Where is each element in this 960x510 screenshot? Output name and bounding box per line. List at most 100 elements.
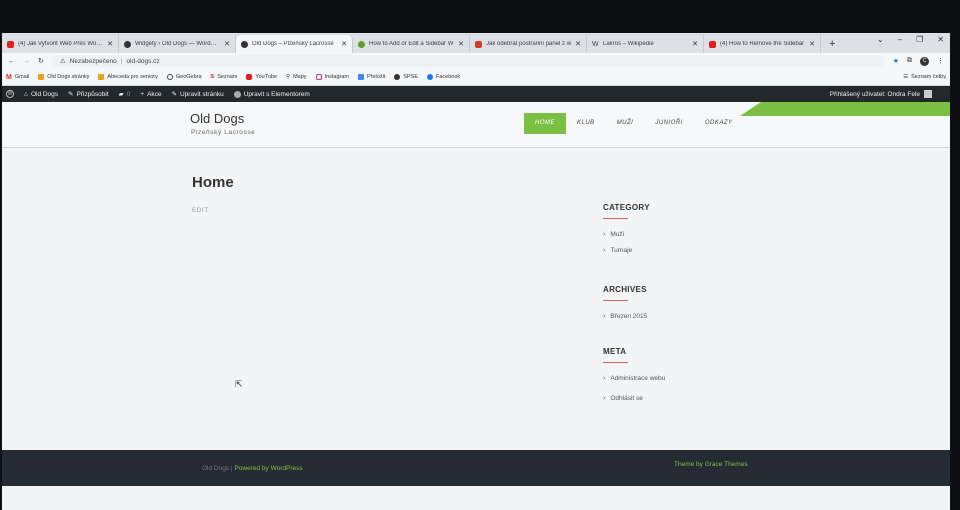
list-item[interactable]: › Březen 2015	[603, 313, 647, 329]
divider	[603, 218, 628, 219]
browser-tab[interactable]: How to Add or Edit a Sidebar W ✕	[353, 35, 470, 53]
geogebra-icon	[166, 74, 173, 80]
tab-title: Jak odebrat postranní panel z w	[486, 41, 572, 47]
widget-category: CATEGORY › Muži › Turnaje	[603, 203, 650, 263]
new-tab-button[interactable]: +	[821, 35, 843, 53]
leaf-favicon-icon	[358, 40, 365, 48]
bookmark-label: YouTube	[255, 74, 278, 80]
bookmark-label: Facebook	[436, 74, 461, 80]
facebook-icon	[427, 74, 434, 80]
close-window-button[interactable]: ✕	[937, 35, 944, 44]
nav-item-odkazy[interactable]: ODKAZY	[694, 113, 744, 134]
close-icon[interactable]: ✕	[341, 40, 347, 48]
wordpress-logo-icon[interactable]: W	[6, 90, 14, 98]
admin-bar-user[interactable]: Přihlášený uživatel: Ondra Fele	[830, 90, 946, 98]
minimize-button[interactable]: –	[898, 35, 902, 44]
browser-tab[interactable]: Widgety ‹ Old Dogs — WordPres ✕	[119, 35, 236, 53]
bookmark-label: Seznam	[217, 74, 238, 80]
bookmark-spse[interactable]: SPSE	[394, 74, 418, 80]
tab-title: Lakros – Wikipedie	[603, 41, 654, 47]
list-item[interactable]: › Turnaje	[603, 247, 650, 263]
bookmark-facebook[interactable]: Facebook	[427, 74, 460, 80]
tab-search-icon[interactable]: ⌄	[877, 35, 884, 44]
close-icon[interactable]: ✕	[458, 40, 464, 48]
nav-item-muzi[interactable]: MUŽI	[606, 113, 645, 134]
close-icon[interactable]: ✕	[107, 40, 113, 48]
admin-bar-elementor-label: Upravit s Elementorem	[243, 90, 310, 98]
close-icon[interactable]: ✕	[224, 40, 230, 48]
bookmark-gmail[interactable]: M Gmail	[6, 74, 29, 81]
list-item[interactable]: › Administrace webu	[603, 375, 665, 395]
browser-tab-active[interactable]: Old Dogs – Plzeňský Lacrosse ✕	[236, 35, 353, 53]
close-icon[interactable]: ✕	[809, 40, 815, 48]
widget-title: META	[603, 347, 627, 356]
forward-arrow-icon[interactable]: →	[23, 58, 30, 65]
window-controls: ⌄ – ❐ ✕	[877, 35, 944, 44]
wp-admin-bar: W ⌂ Old Dogs ✎ Přizpůsobit ▰ 0 + Akce ✎ Uprav…	[2, 86, 950, 102]
browser-tab[interactable]: (4) How to Remove the Sidebar ✕	[704, 35, 821, 53]
avatar[interactable]: C	[920, 56, 929, 66]
admin-bar-site[interactable]: ⌂ Old Dogs	[24, 91, 58, 98]
wordpress-favicon-icon	[124, 40, 131, 48]
bookmark-abeceda[interactable]: Abeceda pro seniory	[98, 74, 158, 80]
wikipedia-favicon-icon: W	[592, 40, 599, 48]
bookmark-label: Gmail	[14, 74, 30, 80]
admin-bar-site-label: Old Dogs	[30, 90, 59, 98]
chevron-right-icon: ›	[603, 313, 606, 320]
bookmark-old-dogs[interactable]: Old Dogs stránky	[38, 74, 89, 80]
site-title[interactable]: Old Dogs	[190, 111, 244, 126]
bookmarks-bar: M Gmail Old Dogs stránky Abeceda pro seni…	[2, 69, 950, 86]
widget-title: ARCHIVES	[603, 285, 647, 294]
nav-item-home[interactable]: HOME	[524, 113, 566, 134]
youtube-favicon-icon	[7, 40, 14, 48]
footer-powered-by[interactable]: Powered by WordPress	[234, 465, 302, 472]
admin-bar-comments[interactable]: ▰ 0	[119, 90, 131, 99]
close-icon[interactable]: ✕	[575, 40, 581, 48]
maximize-button[interactable]: ❐	[916, 35, 923, 44]
close-icon[interactable]: ✕	[692, 40, 698, 48]
list-item[interactable]: › Muži	[603, 231, 650, 247]
reading-list-button[interactable]: ☰ Seznam četby	[903, 74, 946, 80]
extensions-icon[interactable]: ⧉	[907, 57, 912, 65]
bookmark-youtube[interactable]: YouTube	[246, 74, 277, 80]
bookmark-geogebra[interactable]: GeoGebra	[166, 74, 202, 80]
back-arrow-icon[interactable]: ←	[8, 58, 15, 65]
tab-title: Widgety ‹ Old Dogs — WordPres	[135, 41, 221, 47]
star-icon[interactable]: ★	[893, 57, 899, 65]
bookmark-seznam[interactable]: S Seznam	[211, 74, 238, 80]
footer-site-name[interactable]: Old Dogs	[202, 465, 229, 472]
footer-theme-credit[interactable]: Theme by Grace Themes	[674, 461, 748, 468]
list-item-label: Odhlásit se	[610, 395, 643, 402]
bookmark-label: Old Dogs stránky	[47, 74, 90, 80]
browser-tab[interactable]: W Lakros – Wikipedie ✕	[587, 35, 704, 53]
warning-icon: ⚠	[59, 58, 66, 65]
admin-bar-new[interactable]: + Akce	[140, 91, 161, 98]
address-bar[interactable]: ⚠ Nezabezpečeno | old-dogs.cz	[51, 55, 885, 67]
browser-tab[interactable]: (4) Jak Vytvořit Web Přes WordP ✕	[2, 35, 119, 53]
translate-icon	[357, 74, 364, 80]
admin-bar-elementor[interactable]: Upravit s Elementorem	[233, 90, 310, 98]
bookmark-prelozit[interactable]: Přeložit	[357, 74, 385, 80]
admin-bar-new-label: Akce	[147, 90, 162, 98]
home-icon: ⌂	[24, 90, 28, 98]
comments-count: 0	[126, 90, 131, 98]
page-bottom	[2, 486, 950, 510]
admin-bar-edit-page[interactable]: ✎ Upravit stránku	[172, 90, 224, 99]
chevron-right-icon: ›	[603, 247, 606, 254]
page: Old Dogs Plzeňský Lacrosse HOME KLUB MUŽ…	[2, 102, 950, 510]
reload-icon[interactable]: ↻	[38, 57, 44, 65]
chevron-right-icon: ›	[603, 375, 606, 382]
red-favicon-icon	[475, 40, 482, 48]
list-item-label: Muži	[610, 231, 625, 238]
site-header: Old Dogs Plzeňský Lacrosse HOME KLUB MUŽ…	[2, 102, 950, 148]
nav-item-klub[interactable]: KLUB	[566, 113, 606, 134]
list-item[interactable]: › Odhlásit se	[603, 395, 665, 411]
browser-tab[interactable]: Jak odebrat postranní panel z w ✕	[470, 35, 587, 53]
nav-item-juniori[interactable]: JUNIOŘI	[644, 113, 694, 134]
admin-bar-customize[interactable]: ✎ Přizpůsobit	[68, 90, 109, 99]
menu-icon[interactable]: ⋮	[937, 57, 944, 65]
youtube-icon	[246, 74, 253, 80]
bookmark-instagram[interactable]: Instagram	[315, 74, 349, 80]
edit-link[interactable]: EDIT	[192, 208, 234, 214]
bookmark-mapy[interactable]: ⚲ Mapy	[286, 74, 306, 80]
